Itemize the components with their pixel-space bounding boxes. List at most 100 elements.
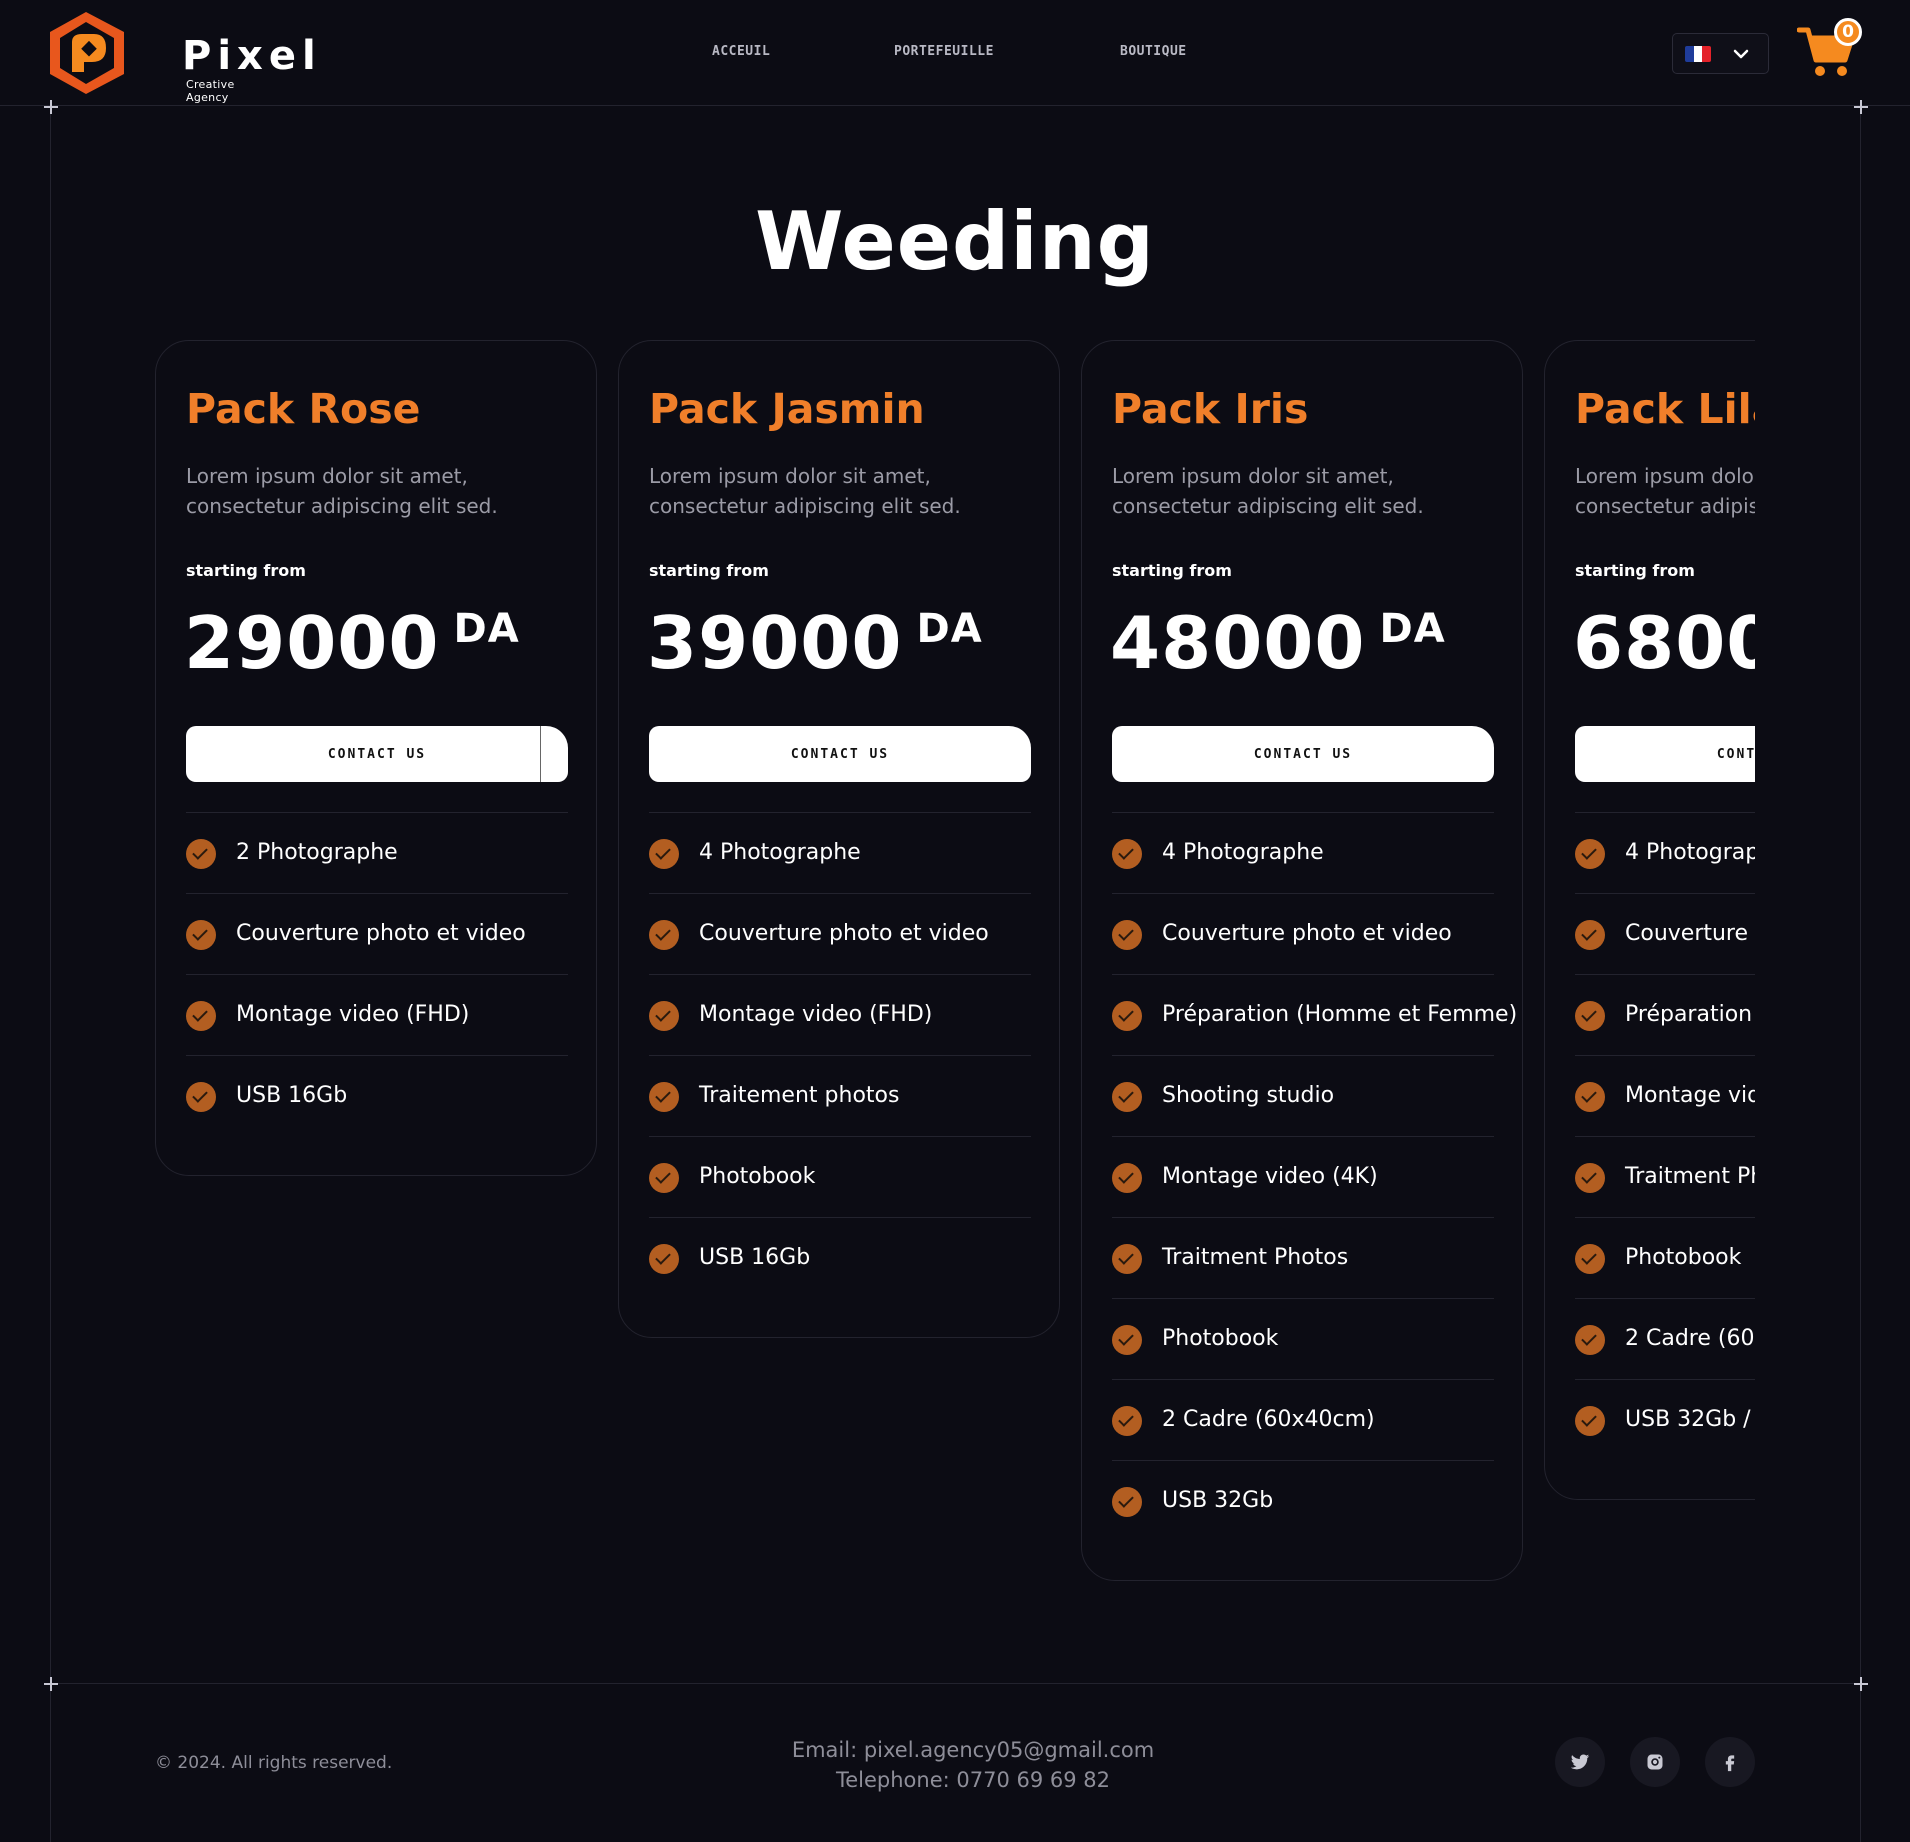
page-title: Weeding [755, 195, 1155, 288]
contact-us-button[interactable]: CONTACT US [649, 726, 1031, 782]
check-icon [1575, 920, 1605, 950]
feature-list: 4 Photographe Couverture photo et video … [1112, 812, 1517, 1541]
email-text: Email: pixel.agency05@gmail.com [791, 1738, 1155, 1762]
check-icon [1575, 1244, 1605, 1274]
check-icon [1575, 1325, 1605, 1355]
card-title: Pack Rose [186, 385, 421, 433]
contact-us-button[interactable]: CONTACT US [186, 726, 568, 782]
list-item: USB 16Gb [649, 1217, 1031, 1298]
check-icon [186, 1001, 216, 1031]
check-icon [1575, 1406, 1605, 1436]
contact-us-button[interactable]: CONTACT US [1112, 726, 1494, 782]
check-icon [1575, 839, 1605, 869]
list-item: 2 Photographe [186, 812, 568, 893]
list-item: 4 Photographe [1575, 812, 1755, 893]
check-icon [1112, 1325, 1142, 1355]
corner-plus-icon [44, 1677, 58, 1691]
footer-divider [50, 1683, 1860, 1684]
corner-plus-icon [1854, 1677, 1868, 1691]
card-description: Lorem ipsum dolor sit amet, consectetur … [1575, 464, 1755, 518]
check-icon [1575, 1163, 1605, 1193]
logo[interactable]: Pixel Creative Agency [48, 10, 316, 104]
corner-plus-icon [44, 100, 58, 114]
list-item: 4 Photographe [649, 812, 1031, 893]
check-icon [649, 920, 679, 950]
frame-line-right [1860, 106, 1861, 1842]
check-icon [1575, 1001, 1605, 1031]
language-selector[interactable] [1672, 33, 1769, 74]
card-description: Lorem ipsum dolor sit amet, consectetur … [186, 464, 498, 518]
nav-link-boutique[interactable]: BOUTIQUE [1120, 44, 1187, 59]
check-icon [1112, 1244, 1142, 1274]
check-icon [649, 1163, 679, 1193]
facebook-link[interactable] [1705, 1737, 1755, 1787]
check-icon [1112, 1163, 1142, 1193]
list-item: Préparation ( [1575, 974, 1755, 1055]
instagram-link[interactable] [1630, 1737, 1680, 1787]
list-item: Montage video (4K) [1112, 1136, 1494, 1217]
pricing-card-rose: Pack Rose Lorem ipsum dolor sit amet, co… [155, 340, 597, 1176]
list-item: USB 32Gb / d [1575, 1379, 1755, 1460]
logo-subtitle: Creative Agency [186, 78, 235, 104]
twitter-icon [1570, 1754, 1590, 1770]
phone-text: Telephone: 0770 69 69 82 [835, 1768, 1111, 1792]
starting-from-label: starting from [649, 561, 769, 580]
list-item: Traitement photos [649, 1055, 1031, 1136]
list-item: USB 16Gb [186, 1055, 568, 1136]
check-icon [649, 1244, 679, 1274]
pricing-card-jasmin: Pack Jasmin Lorem ipsum dolor sit amet, … [618, 340, 1060, 1338]
pricing-card-iris: Pack Iris Lorem ipsum dolor sit amet, co… [1081, 340, 1523, 1581]
feature-list: 4 Photographe Couverture photo et video … [1575, 812, 1755, 1460]
card-price: 39000 DA [647, 601, 983, 685]
list-item: USB 32Gb [1112, 1460, 1494, 1541]
list-item: Traitment Photos [1112, 1217, 1494, 1298]
twitter-link[interactable] [1555, 1737, 1605, 1787]
check-icon [649, 839, 679, 869]
list-item: 2 Cadre (60x [1575, 1298, 1755, 1379]
pricing-card-lilas: Pack Lilas Lorem ipsum dolor sit amet, c… [1544, 340, 1755, 1500]
check-icon [1112, 839, 1142, 869]
french-flag-icon [1685, 46, 1711, 62]
check-icon [649, 1001, 679, 1031]
card-price: 29000 DA [184, 601, 520, 685]
check-icon [186, 839, 216, 869]
check-icon [1112, 920, 1142, 950]
pricing-cards: Pack Rose Lorem ipsum dolor sit amet, co… [150, 330, 1755, 1630]
list-item: Montage video [1575, 1055, 1755, 1136]
logo-text: Pixel [182, 33, 322, 79]
starting-from-label: starting from [186, 561, 306, 580]
chevron-down-icon [1733, 49, 1749, 59]
nav-link-acceuil[interactable]: ACCEUIL [712, 44, 770, 59]
list-item: Couverture photo et video [1575, 893, 1755, 974]
card-description: Lorem ipsum dolor sit amet, consectetur … [1112, 464, 1424, 518]
list-item: Photobook [1575, 1217, 1755, 1298]
logo-icon [50, 12, 124, 94]
card-price: 6800DA [1573, 601, 1755, 685]
check-icon [649, 1082, 679, 1112]
feature-list: 2 Photographe Couverture photo et video … [186, 812, 568, 1136]
facebook-icon [1725, 1755, 1735, 1772]
card-title: Pack Jasmin [649, 385, 925, 433]
list-item: 2 Cadre (60x40cm) [1112, 1379, 1494, 1460]
list-item: Couverture photo et video [1112, 893, 1494, 974]
card-title: Pack Iris [1112, 385, 1309, 433]
card-price: 48000 DA [1110, 601, 1446, 685]
list-item: Shooting studio [1112, 1055, 1494, 1136]
check-icon [186, 1082, 216, 1112]
list-item: Couverture photo et video [649, 893, 1031, 974]
cta-separator [540, 726, 541, 782]
nav-link-portefeuille[interactable]: PORTEFEUILLE [894, 44, 994, 59]
check-icon [1112, 1406, 1142, 1436]
check-icon [186, 920, 216, 950]
frame-line-left [50, 106, 51, 1842]
list-item: Couverture photo et video [186, 893, 568, 974]
check-icon [1575, 1082, 1605, 1112]
card-title: Pack Lilas [1575, 385, 1755, 433]
list-item: Montage video (FHD) [649, 974, 1031, 1055]
list-item: Photobook [649, 1136, 1031, 1217]
check-icon [1112, 1487, 1142, 1517]
list-item: Montage video (FHD) [186, 974, 568, 1055]
check-icon [1112, 1001, 1142, 1031]
contact-us-button[interactable]: CONTACT US [1575, 726, 1755, 782]
list-item: Traitment Photos [1575, 1136, 1755, 1217]
